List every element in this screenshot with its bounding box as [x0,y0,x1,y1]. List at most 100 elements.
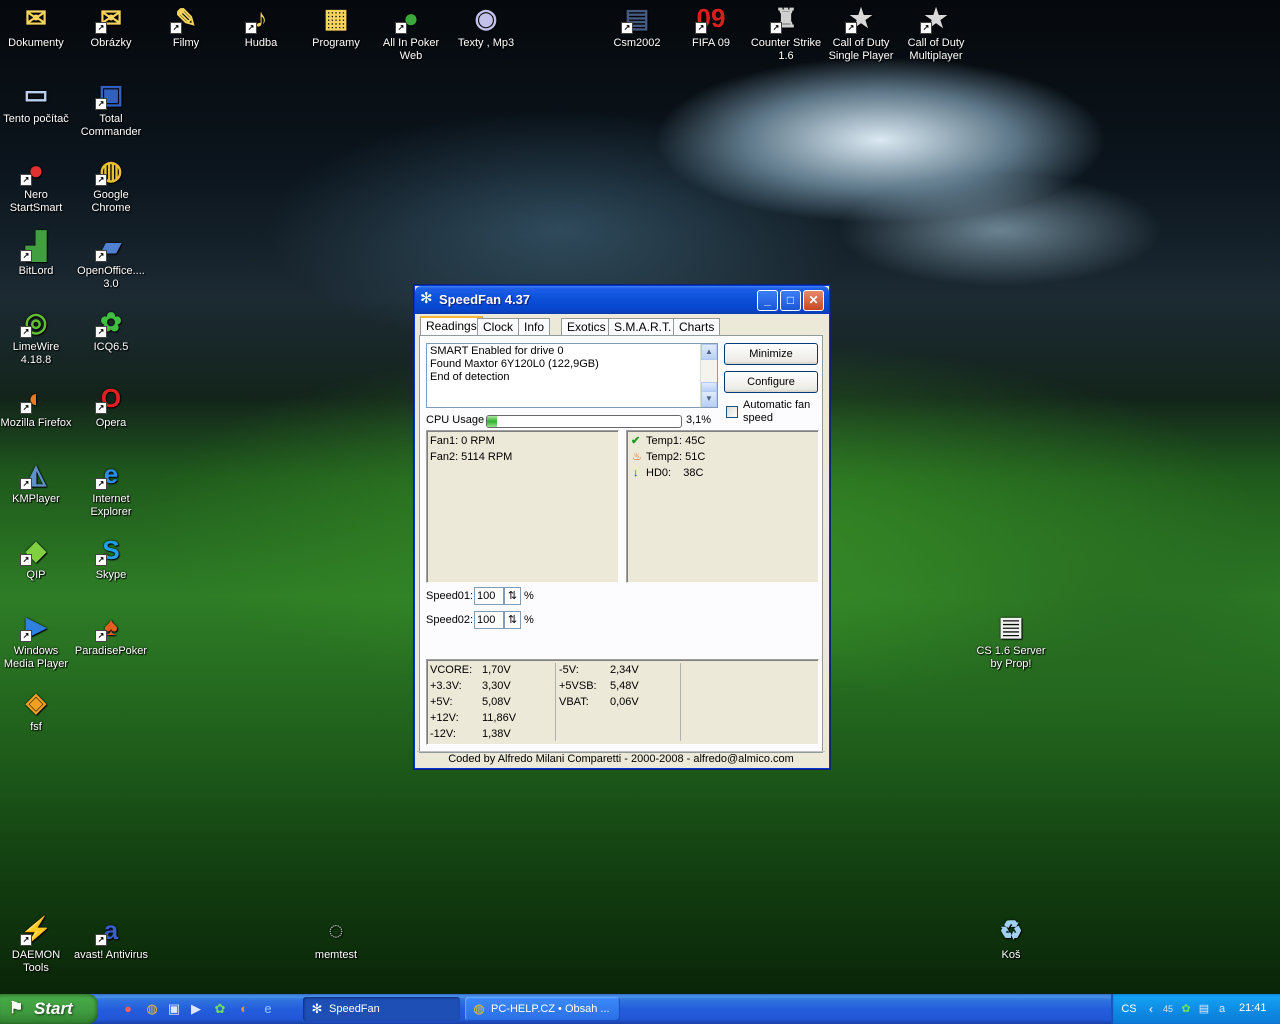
shortcut-arrow-icon: ↗ [95,98,107,110]
start-button[interactable]: ⚑ Start [0,994,98,1024]
voltage-name: +12V: [430,712,459,724]
desktop-icon-programy[interactable]: ▦ Programy [298,2,374,50]
speed01-value[interactable]: 100 [474,587,504,605]
desktop-icon-cod-single-player[interactable]: ★ ↗ Call of Duty Single Player [823,2,899,63]
desktop-icon-mozilla-firefox[interactable]: ◐ ↗ Mozilla Firefox [0,382,74,430]
speed02-label: Speed02: [426,614,474,626]
shortcut-arrow-icon: ↗ [95,326,107,338]
desktop-icon-internet-explorer[interactable]: e ↗ Internet Explorer [73,458,149,519]
nero-startsmart-icon: ● ↗ [20,154,52,186]
nero-icon[interactable]: ● [120,1001,136,1017]
desktop-icon-cs-server[interactable]: ▤ CS 1.6 Server by Prop! [973,610,1049,671]
desktop-icon-all-in-poker-web[interactable]: ● ↗ All In Poker Web [373,2,449,63]
shortcut-arrow-icon: ↗ [20,478,32,490]
taskbar-button-speedfan[interactable]: ✻ SpeedFan [303,997,460,1021]
total-commander-icon[interactable]: ▣ [166,1001,182,1017]
detection-log[interactable]: SMART Enabled for drive 0 Found Maxtor 6… [426,343,718,408]
tab-clock[interactable]: Clock [477,318,520,335]
avast-icon[interactable]: a [1214,1001,1230,1017]
shortcut-arrow-icon: ↗ [95,934,107,946]
automatic-fan-speed-checkbox[interactable] [726,406,738,418]
desktop-icon-avast[interactable]: a ↗ avast! Antivirus [73,914,149,962]
desktop-icon-google-chrome[interactable]: ◍ ↗ Google Chrome [73,154,149,215]
shortcut-arrow-icon: ↗ [695,22,707,34]
clock[interactable]: 21:41 [1239,1002,1267,1014]
desktop-icon-cod-multiplayer[interactable]: ★ ↗ Call of Duty Multiplayer [898,2,974,63]
minimize-window-button[interactable]: _ [757,290,778,311]
desktop-icon-hudba[interactable]: ♪ ↗ Hudba [223,2,299,50]
voltage-name: -5V: [559,664,579,676]
shortcut-arrow-icon: ↗ [95,22,107,34]
tab-smart[interactable]: S.M.A.R.T. [608,318,678,335]
chevron-left-icon[interactable]: ‹ [1143,1001,1159,1017]
desktop-icon-label: Counter Strike 1.6 [750,37,822,62]
desktop-icon-csm2002[interactable]: ▤ ↗ Csm2002 [599,2,675,50]
shortcut-arrow-icon: ↗ [20,934,32,946]
spin-arrows-icon[interactable]: ⇅ [504,611,521,629]
desktop-icon-skype[interactable]: S ↗ Skype [73,534,149,582]
tab-exotics[interactable]: Exotics [561,318,612,335]
shortcut-arrow-icon: ↗ [20,174,32,186]
memtest-icon: ◌ [328,915,344,945]
media-player-icon[interactable]: ▶ [188,1001,204,1017]
log-scrollbar[interactable]: ▲ ▼ [700,344,717,407]
desktop-icon-memtest[interactable]: ◌ memtest [298,914,374,962]
desktop-icon-filmy[interactable]: ✎ ↗ Filmy [148,2,224,50]
icq-icon[interactable]: ✿ [212,1001,228,1017]
maximize-window-button[interactable]: □ [780,290,801,311]
desktop-icon-recycle-bin[interactable]: ♻ Koš [973,914,1049,962]
scroll-down-arrow-icon[interactable]: ▼ [701,391,717,407]
desktop-icon-openoffice[interactable]: ▰ ↗ OpenOffice.... 3.0 [73,230,149,291]
shortcut-arrow-icon: ↗ [245,22,257,34]
desktop-icon-texty-mp3[interactable]: ◉ Texty , Mp3 [448,2,524,50]
desktop-icon-qip[interactable]: ◆ ↗ QIP [0,534,74,582]
desktop-icon-counter-strike[interactable]: ♜ ↗ Counter Strike 1.6 [748,2,824,63]
speed01-spinner[interactable]: 100 ⇅ [474,587,522,605]
icq-icon[interactable]: ✿ [1178,1001,1194,1017]
openoffice-icon: ▰ ↗ [95,230,127,262]
title-bar[interactable]: ✻ SpeedFan 4.37 _ □ ✕ [415,286,829,314]
desktop-icon-opera[interactable]: O ↗ Opera [73,382,149,430]
close-window-button[interactable]: ✕ [803,290,824,311]
desktop-icon-dokumenty[interactable]: ✉ Dokumenty [0,2,74,50]
scroll-up-arrow-icon[interactable]: ▲ [701,344,717,360]
desktop-icon-nero-startsmart[interactable]: ● ↗ Nero StartSmart [0,154,74,215]
desktop-icon-windows-media-player[interactable]: ▶ ↗ Windows Media Player [0,610,74,671]
desktop-icon-kmplayer[interactable]: ◭ ↗ KMPlayer [0,458,74,506]
desktop-icon-tento-pocitac[interactable]: ▭ Tento počítač [0,78,74,126]
desktop-icon-daemon-tools[interactable]: ⚡ ↗ DAEMON Tools [0,914,74,975]
tab-readings[interactable]: Readings [420,316,483,336]
language-indicator[interactable]: CS [1121,1001,1137,1017]
minimize-button[interactable]: Minimize [724,343,818,365]
desktop-icon-label: Mozilla Firefox [0,417,72,429]
desktop-icon-obrazky[interactable]: ✉ ↗ Obrázky [73,2,149,50]
desktop-icon-fsf[interactable]: ◈ fsf [0,686,74,734]
desktop-icon-bitlord[interactable]: ▟ ↗ BitLord [0,230,74,278]
spin-arrows-icon[interactable]: ⇅ [504,587,521,605]
bitlord-icon: ▟ ↗ [20,230,52,262]
desktop-icon-total-commander[interactable]: ▣ ↗ Total Commander [73,78,149,139]
voltage-name: VBAT: [559,696,589,708]
desktop-icon-label: Internet Explorer [90,493,132,518]
tab-info[interactable]: Info [518,318,551,335]
voltage-value: 5,08V [482,696,511,708]
chrome-icon[interactable]: ◍ [144,1001,160,1017]
down-arrow-icon: ↓ [633,467,639,479]
shortcut-arrow-icon: ↗ [920,22,932,34]
ie-icon[interactable]: e [260,1001,276,1017]
network-icon[interactable]: ▤ [1196,1001,1212,1017]
tab-charts[interactable]: Charts [673,318,721,335]
all-in-poker-web-icon: ● ↗ [395,2,427,34]
speed02-spinner[interactable]: 100 ⇅ [474,611,522,629]
tray-badge[interactable]: 45 [1160,1001,1176,1017]
desktop-icon-fifa-09[interactable]: 09 ↗ FIFA 09 [673,2,749,50]
desktop-icon-icq[interactable]: ✿ ↗ ICQ6.5 [73,306,149,354]
firefox-icon[interactable]: ◐ [236,1001,252,1017]
speed02-value[interactable]: 100 [474,611,504,629]
desktop-icon-limewire[interactable]: ◎ ↗ LimeWire 4.18.8 [0,306,74,367]
desktop-icon-label: Skype [95,569,127,581]
configure-button[interactable]: Configure [724,371,818,393]
log-line: Found Maxtor 6Y120L0 (122,9GB) [430,358,599,370]
desktop-icon-paradisepoker[interactable]: ♠ ↗ ParadisePoker [73,610,149,658]
taskbar-button-pc-help[interactable]: ◍ PC-HELP.CZ • Obsah ... [465,997,620,1021]
